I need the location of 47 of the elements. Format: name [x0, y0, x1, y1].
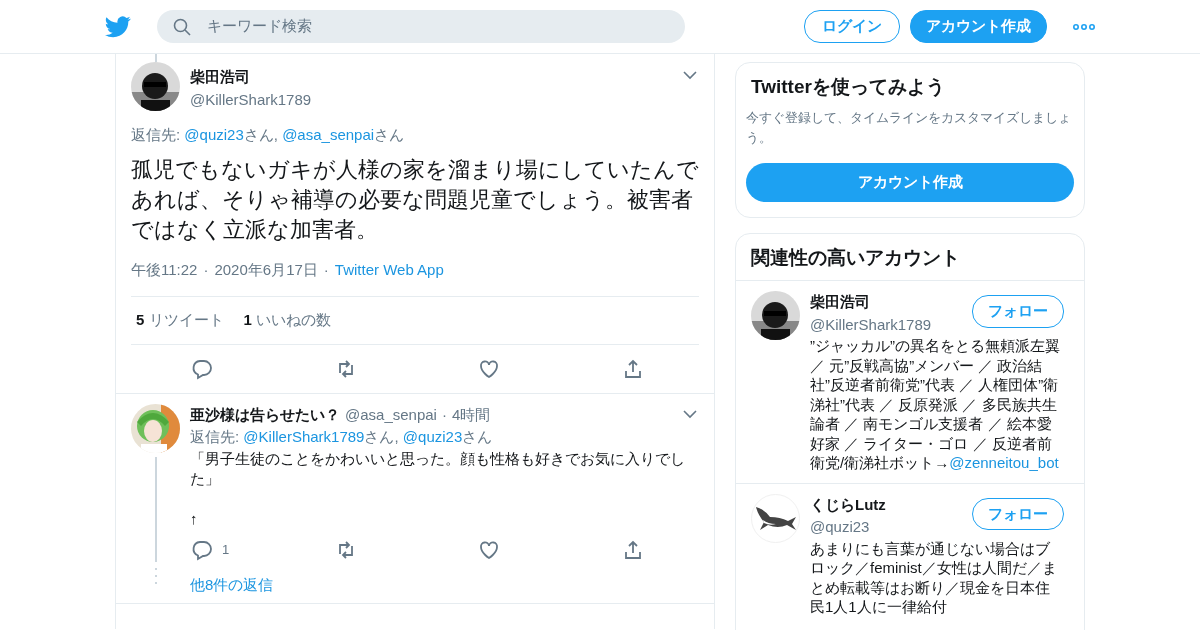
- tweet-time: 4時間: [451, 404, 491, 425]
- user-bio: あまりにも言葉が通じない場合はブロック／feminist／女性は人間だ／まとめ転載等はお断り／現金を日本住民1人1人に一律給付: [810, 538, 1058, 617]
- mention-link[interactable]: @KillerShark1789: [243, 428, 365, 445]
- source-link[interactable]: Twitter Web App: [334, 258, 444, 281]
- more-icon[interactable]: [1073, 23, 1095, 30]
- follow-button[interactable]: フォロー: [972, 497, 1064, 530]
- follow-button[interactable]: フォロー: [972, 295, 1064, 328]
- reply-to-line: 返信先: @quzi23さん, @asa_senpaiさん: [131, 125, 406, 145]
- dotted-line-icon: [154, 567, 157, 584]
- separator-dot: ·: [323, 259, 329, 280]
- user-handle: @KillerShark1789: [810, 314, 932, 335]
- tweet-text: 「男子生徒のことをかわいいと思った。顔も性格も好きでお気に入りでした」 ↑: [190, 448, 686, 529]
- reply-count: 1: [222, 540, 230, 559]
- bird-icon[interactable]: [105, 15, 131, 38]
- user-name: 柴田浩司: [190, 67, 250, 87]
- caret-icon[interactable]: [683, 410, 697, 420]
- login-button[interactable]: ログイン: [804, 10, 900, 43]
- search-field[interactable]: キーワード検索: [157, 10, 685, 43]
- user-handle: @asa_senpai: [345, 404, 437, 425]
- mention-link[interactable]: @asa_senpai: [282, 126, 375, 143]
- search-icon: [173, 17, 191, 36]
- stat-link[interactable]: 5 リツイート: [136, 309, 224, 332]
- search-input[interactable]: キーワード検索: [205, 14, 669, 39]
- mention-link[interactable]: @quzi23: [184, 126, 244, 143]
- signup-button[interactable]: アカウント作成: [910, 10, 1047, 43]
- whale-icon: [753, 505, 798, 531]
- tweet-date: 2020年6月17日: [214, 259, 318, 280]
- user-bio: ”ジャッカル”の異名をとる無頼派左翼／ 元”反戦高協”メンバー ／ 政治結社”反逆者前衛党”代表 ／ 人権団体”衛涕社”代表 ／ 反原発派 ／ 多民族共生論者 ／ 南モンゴル支援者 ／ 絵本愛好家 ／ ライター・ゴロ ／ 反逆者前衛党/衛涕社ボット→@zenneitou_bot: [810, 336, 1061, 473]
- user-handle: @KillerShark1789: [190, 89, 312, 110]
- user-name: くじらLutz: [810, 494, 886, 515]
- user-name: 亜沙様は告らせたい？: [190, 404, 340, 425]
- reply-to-line: 返信先: @KillerShark1789さん, @quzi23さん: [190, 427, 494, 447]
- mention-link[interactable]: @quzi23: [402, 428, 463, 445]
- tweet-text: 孤児でもないガキが人様の家を溜まり場にしていたんであれば、そりゃ補導の必要な問題児童でしょう。被害者ではなく立派な加害者。: [131, 155, 699, 244]
- caret-icon[interactable]: [683, 71, 697, 80]
- card-title: 関連性の高いアカウント: [750, 245, 961, 270]
- user-name: 柴田浩司: [810, 292, 870, 312]
- stat-link[interactable]: 1 いいねの数: [243, 309, 332, 332]
- card-title: Twitterを使ってみよう: [750, 75, 946, 99]
- card-text: 今すぐ登録して、タイムラインをカスタマイズしましょう。: [746, 108, 1072, 147]
- tweet-time: 午後11:22: [131, 259, 198, 280]
- mention-link[interactable]: @zenneitou_bot: [949, 454, 1059, 471]
- user-handle: @quzi23: [810, 517, 870, 537]
- more-replies-link[interactable]: 他8件の返信: [190, 573, 274, 596]
- separator-dot: ·: [203, 259, 209, 280]
- separator-dot: ·: [441, 404, 447, 425]
- signup-button[interactable]: アカウント作成: [746, 162, 1074, 202]
